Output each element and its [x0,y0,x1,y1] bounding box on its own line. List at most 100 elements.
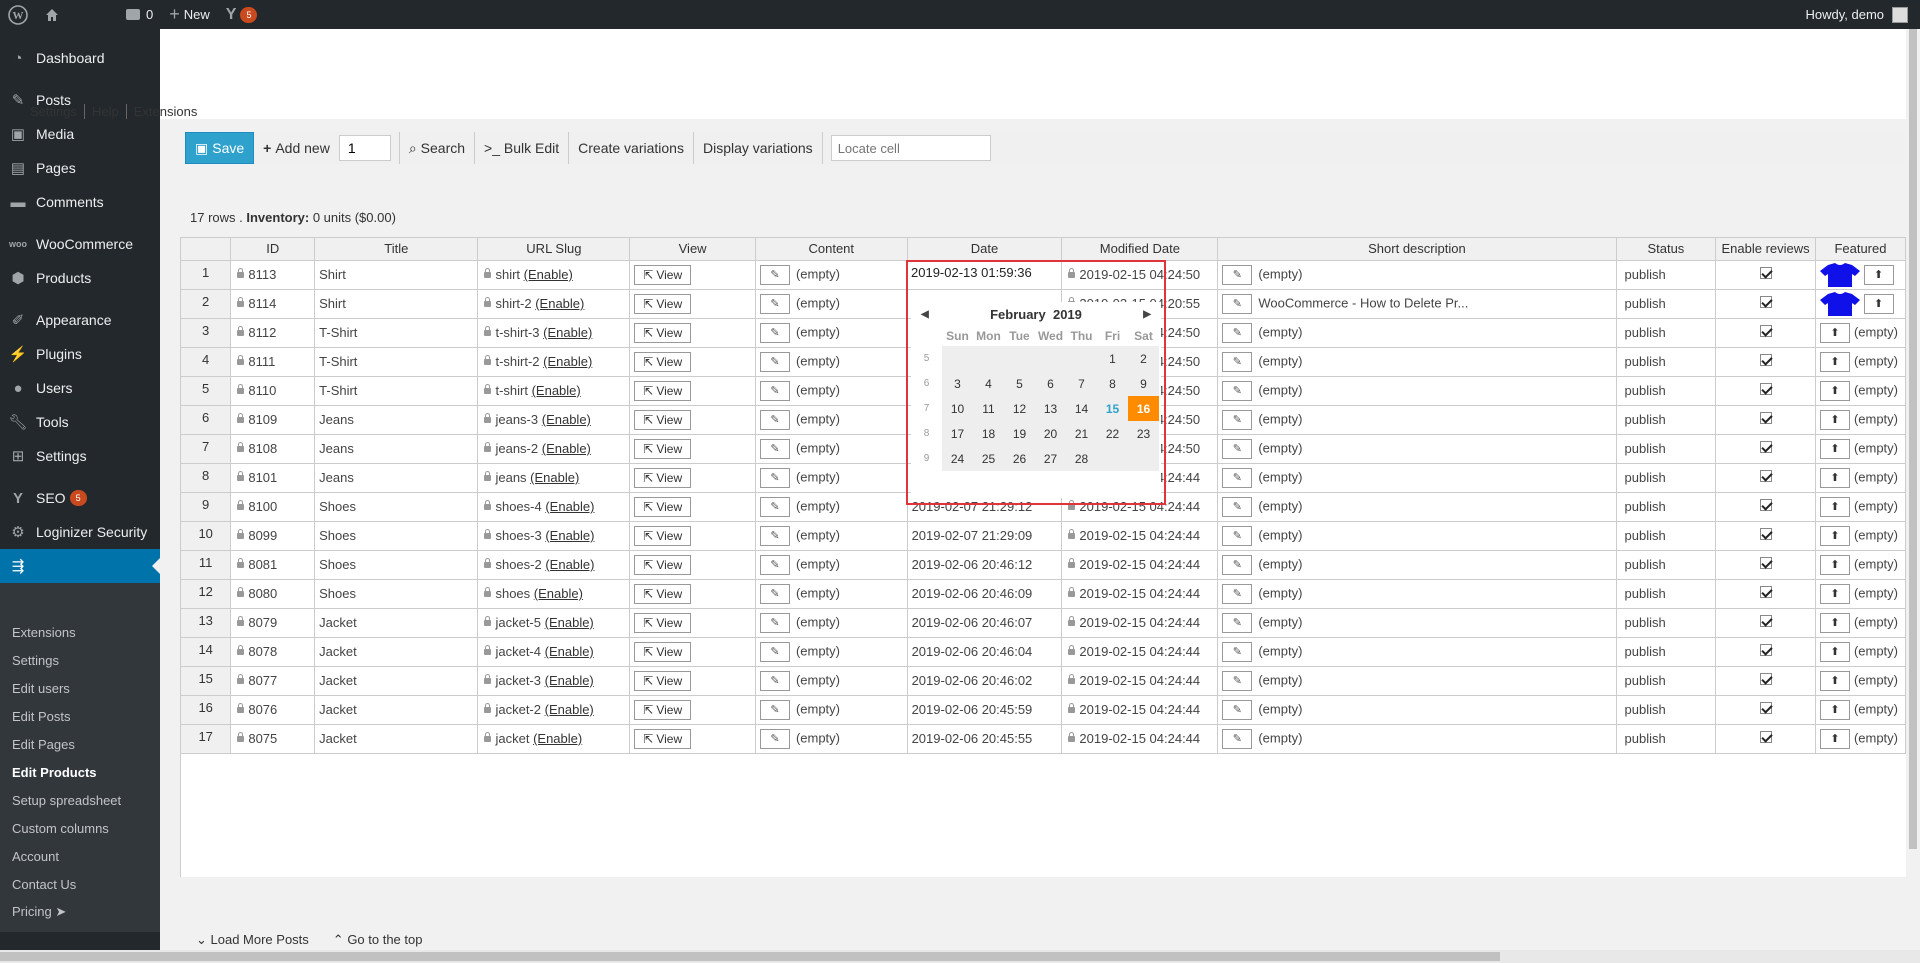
status-cell[interactable]: publish [1616,666,1717,696]
enable-slug-link[interactable]: (Enable) [542,412,591,427]
status-cell[interactable]: publish [1616,637,1717,667]
edit-icon[interactable]: ✎ [759,670,790,691]
sidebar-item-comments[interactable]: ▬ Comments [0,185,160,219]
id-cell[interactable]: 8100 [230,492,316,522]
short-description-cell[interactable]: ✎ (empty) [1217,260,1617,290]
short-description-cell[interactable]: ✎ (empty) [1217,579,1617,609]
id-cell[interactable]: 8099 [230,521,316,551]
column-header[interactable]: Status [1616,238,1717,261]
edit-icon[interactable]: ✎ [1222,612,1253,633]
modified-date-cell[interactable]: 2019-02-15 04:24:44 [1061,608,1219,638]
tab-help[interactable]: Help [85,104,127,119]
date-cell[interactable]: 2019-02-07 21:29:09 [907,521,1063,551]
edit-icon[interactable]: ✎ [759,438,790,459]
short-description-cell[interactable]: ✎ (empty) [1217,521,1617,551]
slug-cell[interactable]: jacket (Enable) [477,724,631,754]
title-cell[interactable]: Shoes [314,521,479,551]
edit-icon[interactable]: ✎ [1222,699,1253,720]
submenu-extensions[interactable]: Extensions [0,618,160,646]
modified-date-cell[interactable]: 2019-02-15 04:24:44 [1061,637,1219,667]
id-cell[interactable]: 8078 [230,637,316,667]
content-cell[interactable]: ✎ (empty) [755,608,908,638]
status-cell[interactable]: publish [1616,579,1717,609]
content-cell[interactable]: ✎ (empty) [755,405,908,435]
calendar-day[interactable]: 3 [942,371,973,396]
slug-cell[interactable]: jeans (Enable) [477,463,631,493]
row-number[interactable]: 8 [181,463,232,493]
upload-icon[interactable]: ⬆ [1819,409,1850,430]
sidebar-item-users[interactable]: ● Users [0,371,160,405]
title-cell[interactable]: Jeans [314,434,479,464]
upload-icon[interactable]: ⬆ [1819,525,1850,546]
date-input[interactable]: 2019-02-13 01:59:36 [908,262,1038,286]
view-button[interactable]: ⇱ View [634,554,692,575]
id-cell[interactable]: 8080 [230,579,316,609]
content-cell[interactable]: ✎ (empty) [755,289,908,319]
id-cell[interactable]: 8079 [230,608,316,638]
submenu-contact-us[interactable]: Contact Us [0,870,160,898]
calendar-day[interactable]: 28 [1066,446,1097,471]
title-cell[interactable]: Shoes [314,550,479,580]
avatar[interactable] [1892,6,1908,23]
content-cell[interactable]: ✎ (empty) [755,724,908,754]
content-cell[interactable]: ✎ (empty) [755,695,908,725]
sidebar-item-tools[interactable]: 🔧︎ Tools [0,405,160,439]
view-button[interactable]: ⇱ View [634,583,692,604]
slug-cell[interactable]: jacket-3 (Enable) [477,666,631,696]
title-cell[interactable]: Jeans [314,463,479,493]
slug-cell[interactable]: jacket-5 (Enable) [477,608,631,638]
edit-icon[interactable]: ✎ [759,293,790,314]
calendar-day[interactable]: 9 [1128,371,1159,396]
row-number[interactable]: 6 [181,405,232,435]
sidebar-item-settings[interactable]: ⊞ Settings [0,439,160,473]
sidebar-item-plugins[interactable]: ⚡ Plugins [0,337,160,371]
short-description-cell[interactable]: ✎ (empty) [1217,695,1617,725]
enable-reviews-checkbox[interactable] [1759,412,1772,424]
edit-icon[interactable]: ✎ [1222,264,1253,285]
enable-slug-link[interactable]: (Enable) [530,470,579,485]
upload-icon[interactable]: ⬆ [1819,699,1850,720]
content-cell[interactable]: ✎ (empty) [755,637,908,667]
status-cell[interactable]: publish [1616,550,1717,580]
row-number[interactable]: 3 [181,318,232,348]
edit-icon[interactable]: ✎ [759,264,790,285]
slug-cell[interactable]: shirt-2 (Enable) [477,289,631,319]
edit-icon[interactable]: ✎ [1222,409,1253,430]
short-description-cell[interactable]: ✎ (empty) [1217,608,1617,638]
status-cell[interactable]: publish [1616,434,1717,464]
upload-icon[interactable]: ⬆ [1819,670,1850,691]
id-cell[interactable]: 8112 [230,318,316,348]
enable-reviews-checkbox[interactable] [1759,470,1772,482]
enable-slug-link[interactable]: (Enable) [545,557,594,572]
submenu-edit-posts[interactable]: Edit Posts [0,702,160,730]
sidebar-item-sheet-editor[interactable]: ⇶ [0,549,160,583]
locate-cell-input[interactable] [830,135,991,161]
featured-image-cell[interactable]: ⬆ (empty) [1815,521,1906,551]
edit-icon[interactable]: ✎ [1222,380,1253,401]
id-cell[interactable]: 8111 [230,347,316,377]
featured-image-cell[interactable]: ⬆ (empty) [1815,637,1906,667]
column-header[interactable]: Content [755,238,908,261]
date-cell[interactable]: 2019-02-06 20:46:02 [907,666,1063,696]
enable-slug-link[interactable]: (Enable) [542,441,591,456]
short-description-cell[interactable]: ✎ (empty) [1217,376,1617,406]
edit-icon[interactable]: ✎ [759,496,790,517]
calendar-day[interactable]: 7 [1066,371,1097,396]
add-count-input[interactable] [338,135,391,161]
view-button[interactable]: ⇱ View [634,699,692,720]
id-cell[interactable]: 8075 [230,724,316,754]
row-number[interactable]: 1 [181,260,232,290]
status-cell[interactable]: publish [1616,521,1717,551]
edit-icon[interactable]: ✎ [1222,641,1253,662]
submenu-setup-spreadsheet[interactable]: Setup spreadsheet [0,786,160,814]
enable-reviews-checkbox[interactable] [1759,441,1772,453]
view-button[interactable]: ⇱ View [634,409,692,430]
upload-icon[interactable]: ⬆ [1819,351,1850,372]
enable-reviews-checkbox[interactable] [1759,615,1772,627]
edit-icon[interactable]: ✎ [759,322,790,343]
short-description-cell[interactable]: ✎ (empty) [1217,347,1617,377]
status-cell[interactable]: publish [1616,492,1717,522]
edit-icon[interactable]: ✎ [1222,322,1253,343]
upload-icon[interactable]: ⬆ [1819,728,1850,749]
upload-icon[interactable]: ⬆ [1819,583,1850,604]
